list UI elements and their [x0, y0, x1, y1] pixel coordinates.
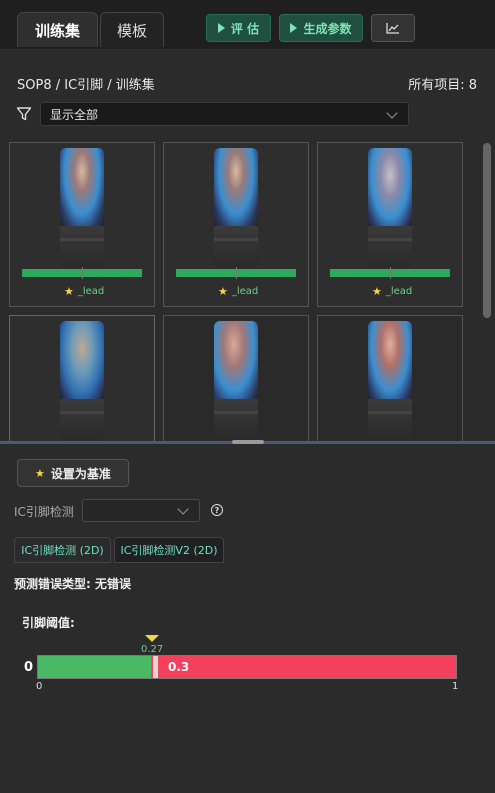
app-window: 训练集 模板 评 估 生成参数 SOP8 / IC引脚 / 训练集 所有项目: …	[0, 0, 495, 793]
prediction-error-type: 预测错误类型: 无错误	[14, 577, 131, 591]
star-icon: ★	[64, 285, 74, 298]
star-icon: ★	[35, 466, 45, 480]
tab-template[interactable]: 模板	[100, 12, 164, 47]
gallery-card[interactable]	[317, 315, 463, 442]
bar-tick	[82, 267, 83, 279]
threshold-left-value: 0	[24, 660, 34, 675]
bar-tick	[390, 267, 391, 279]
lead-thumbnail	[214, 321, 258, 441]
set-base-label: 设置为基准	[50, 466, 111, 481]
slider-handle[interactable]	[153, 656, 158, 678]
card-caption: ★ _lead	[372, 285, 412, 298]
card-label: _lead	[385, 286, 413, 297]
card-label: _lead	[231, 286, 259, 297]
evaluate-label: 评 估	[230, 21, 260, 36]
image-gallery: ★ _lead ★ _lead ★ _lead	[0, 138, 495, 442]
generate-label: 生成参数	[303, 21, 352, 36]
tab-ic-lead-2d[interactable]: IC引脚检测 (2D)	[14, 537, 111, 563]
detector-label: IC引脚检测	[14, 505, 74, 519]
play-icon	[290, 23, 298, 33]
line-chart-icon	[386, 23, 399, 34]
tab-ic-lead-v2-2d[interactable]: IC引脚检测V2 (2D)	[114, 537, 224, 563]
lead-thumbnail	[368, 148, 412, 268]
detector-select[interactable]	[82, 499, 200, 522]
chevron-down-icon	[386, 107, 398, 119]
marker-value: 0.27	[141, 644, 164, 655]
breadcrumb: SOP8 / IC引脚 / 训练集	[17, 78, 155, 93]
chevron-down-icon	[177, 503, 189, 515]
lead-thumbnail	[368, 321, 412, 441]
marker-triangle-icon	[145, 635, 159, 642]
filter-select[interactable]: 显示全部	[40, 102, 409, 126]
threshold-title: 引脚阈值:	[22, 616, 75, 630]
gallery-card[interactable]: ★ _lead	[317, 142, 463, 307]
chart-button[interactable]	[371, 14, 415, 42]
lead-thumbnail	[60, 321, 104, 441]
filter-icon[interactable]	[16, 106, 32, 122]
axis-min: 0	[36, 681, 43, 692]
evaluate-button[interactable]: 评 估	[206, 14, 271, 42]
card-label: _lead	[77, 286, 105, 297]
generate-params-button[interactable]: 生成参数	[279, 14, 363, 42]
bar-tick	[236, 267, 237, 279]
filter-selected: 显示全部	[50, 107, 99, 122]
gallery-card[interactable]: ★ _lead	[163, 142, 309, 307]
item-count: 所有项目: 8	[408, 78, 477, 93]
card-caption: ★ _lead	[218, 285, 258, 298]
gallery-scrollbar[interactable]	[483, 143, 491, 318]
tab-training-set[interactable]: 训练集	[17, 12, 98, 47]
slider-fill	[38, 656, 151, 678]
gallery-card[interactable]: ★ _lead	[9, 142, 155, 307]
lead-thumbnail	[214, 148, 258, 268]
top-toolbar: 训练集 模板 评 估 生成参数	[0, 0, 495, 50]
lead-thumbnail	[60, 148, 104, 268]
slider-value: 0.3	[168, 660, 190, 674]
set-as-base-button[interactable]: ★ 设置为基准	[17, 459, 129, 487]
gallery-card[interactable]	[163, 315, 309, 442]
help-icon[interactable]: ?	[211, 504, 223, 516]
splitter-grip[interactable]	[232, 440, 264, 444]
play-icon	[217, 23, 225, 33]
star-icon: ★	[372, 285, 382, 298]
gallery-card[interactable]	[9, 315, 155, 442]
axis-max: 1	[452, 681, 459, 692]
star-icon: ★	[218, 285, 228, 298]
threshold-slider[interactable]: 0.3	[37, 655, 457, 679]
card-caption: ★ _lead	[64, 285, 104, 298]
